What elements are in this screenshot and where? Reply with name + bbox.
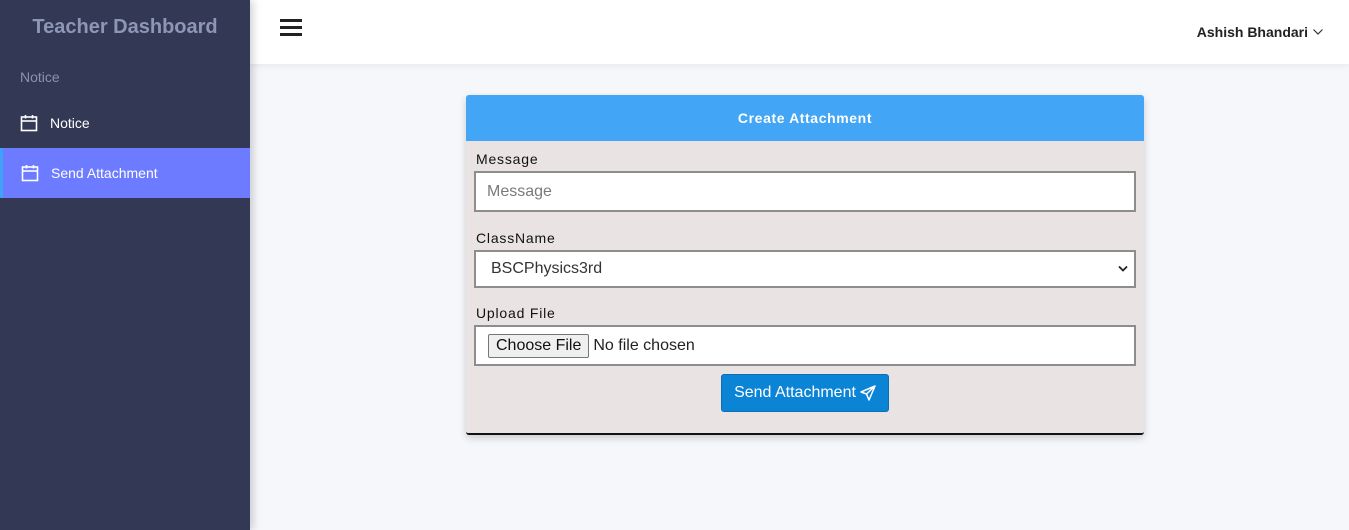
sidebar-item-label: Notice (50, 115, 90, 131)
sidebar: Teacher Dashboard Notice Notice Send Att… (0, 0, 250, 530)
calendar-icon (20, 115, 38, 132)
hamburger-icon[interactable] (280, 19, 302, 37)
sidebar-item-notice[interactable]: Notice (0, 98, 250, 148)
create-attachment-card: Create Attachment Message ClassName BSCP… (466, 95, 1144, 435)
file-input: Choose File No file chosen (474, 325, 1136, 366)
user-name: Ashish Bhandari (1196, 24, 1308, 40)
message-input[interactable] (474, 171, 1136, 212)
choose-file-button[interactable]: Choose File (488, 333, 590, 358)
brand-title: Teacher Dashboard (32, 16, 218, 38)
user-menu[interactable]: Ashish Bhandari (1197, 24, 1323, 40)
classname-label: ClassName (476, 230, 556, 246)
file-status: No file chosen (593, 336, 695, 354)
upload-file-label: Upload File (476, 305, 556, 321)
card-title: Create Attachment (466, 95, 1144, 141)
message-label: Message (476, 151, 539, 167)
paper-plane-icon (860, 385, 876, 401)
sidebar-item-send-attachment[interactable]: Send Attachment (0, 148, 250, 198)
sidebar-section-label: Notice (20, 69, 60, 85)
classname-select[interactable]: BSCPhysics3rd (474, 250, 1136, 288)
chevron-down-icon (1313, 29, 1323, 35)
calendar-icon (21, 165, 39, 182)
sidebar-item-label: Send Attachment (51, 165, 158, 181)
classname-selected-value: BSCPhysics3rd (491, 260, 603, 277)
top-bar: Ashish Bhandari (250, 0, 1349, 64)
send-attachment-button[interactable]: Send Attachment (721, 374, 889, 412)
send-attachment-label: Send Attachment (734, 384, 856, 401)
chevron-down-icon (1118, 265, 1128, 272)
